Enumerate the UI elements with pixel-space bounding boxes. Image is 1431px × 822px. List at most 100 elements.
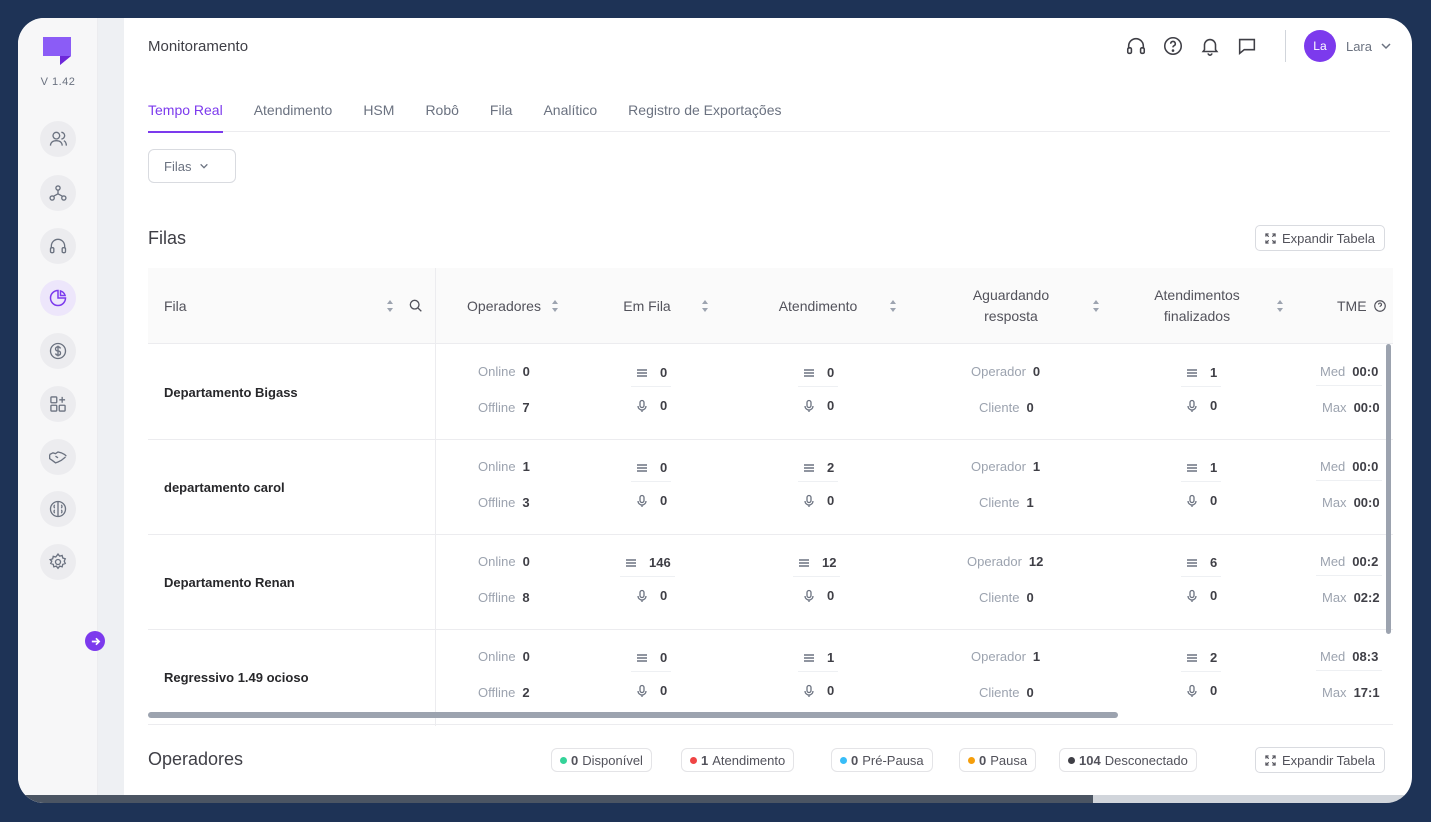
expand-label: Expandir Tabela [1282, 230, 1375, 246]
tab-atendimento[interactable]: Atendimento [254, 100, 333, 132]
sort-icon[interactable] [1092, 300, 1100, 312]
app-version: V 1.42 [40, 76, 76, 88]
tab-robo[interactable]: Robô [425, 100, 458, 132]
online-count: 0 [522, 554, 530, 569]
operador-count: 1 [1032, 459, 1041, 474]
operadores-online: Online 0 [478, 364, 530, 379]
status-dot [1068, 756, 1075, 764]
operadores-expand-table-button[interactable]: Expandir Tabela [1255, 747, 1385, 773]
user-name[interactable]: Lara [1346, 39, 1372, 54]
sort-icon[interactable] [551, 300, 559, 312]
col-label: Fila [164, 297, 187, 314]
sidebar-item-dashboard[interactable] [40, 280, 76, 316]
microphone-icon [804, 589, 814, 602]
finalizados-voice: 0 [1185, 588, 1217, 603]
brain-icon [49, 500, 67, 518]
queue-icon [804, 368, 814, 377]
expand-label: Expandir Tabela [1282, 752, 1375, 768]
finalizados-queue: 6 [1180, 555, 1222, 577]
col-header-em-fila[interactable]: Em Fila [606, 268, 726, 344]
finalizados-voice-count: 0 [1210, 398, 1218, 413]
table-row[interactable]: Departamento Renan Online 0 Offline 8 14… [148, 535, 1393, 630]
help-button[interactable] [1161, 34, 1185, 58]
fila-name[interactable]: departamento carol [164, 440, 285, 535]
queue-icon [804, 463, 814, 472]
atendimento-queue: 0 [797, 365, 839, 387]
sidebar-item-partners[interactable] [40, 439, 76, 475]
status-badge[interactable]: 104 Desconectado [1059, 748, 1197, 772]
operadores-offline: Offline 8 [478, 590, 530, 605]
horizontal-scrollbar[interactable] [148, 712, 1118, 718]
operador-label: Operador [971, 459, 1026, 474]
sidebar-item-apps[interactable] [40, 386, 76, 422]
col-header-aguardando-resposta[interactable]: Aguardando resposta [948, 268, 1108, 344]
online-count: 1 [522, 459, 530, 474]
fila-name[interactable]: Departamento Bigass [164, 345, 298, 440]
sort-icon[interactable] [701, 300, 709, 312]
tab-fila[interactable]: Fila [490, 100, 513, 132]
cliente-count: 1 [1026, 495, 1034, 510]
avatar[interactable]: La [1303, 30, 1336, 62]
sort-icon[interactable] [1276, 300, 1284, 312]
sort-icon[interactable] [889, 300, 897, 312]
tab-registro-exportacoes[interactable]: Registro de Exportações [628, 100, 781, 132]
online-label: Online [478, 649, 516, 664]
status-badge[interactable]: 1 Atendimento [681, 748, 795, 772]
vertical-scrollbar[interactable] [1386, 344, 1391, 634]
tme-max-value: 00:0 [1353, 400, 1380, 415]
status-badge[interactable]: 0 Pausa [959, 748, 1037, 772]
em-fila-voice: 0 [635, 398, 667, 413]
col-header-atendimento[interactable]: Atendimento [758, 268, 918, 344]
sidebar-item-headset[interactable] [40, 228, 76, 264]
tab-analitico[interactable]: Analítico [543, 100, 597, 132]
med-label: Med [1320, 459, 1346, 474]
fila-name[interactable]: Regressivo 1.49 ocioso [164, 630, 309, 725]
chevron-down-icon[interactable] [1380, 40, 1392, 52]
table-row[interactable]: Regressivo 1.49 ocioso Online 0 Offline … [148, 630, 1393, 725]
online-count: 0 [522, 364, 530, 379]
search-icon[interactable] [408, 298, 424, 314]
status-badge[interactable]: 0 Disponível [551, 748, 652, 772]
status-badge[interactable]: 0 Pré-Pausa [831, 748, 933, 772]
col-header-tme[interactable]: TME [1323, 268, 1393, 344]
atendimento-queue-count: 0 [827, 365, 835, 380]
expand-icon [1265, 754, 1276, 766]
sidebar-item-settings[interactable] [40, 544, 76, 580]
table-row[interactable]: Departamento Bigass Online 0 Offline 7 0… [148, 345, 1393, 440]
status-label: Pausa [990, 752, 1028, 768]
tab-hsm[interactable]: HSM [363, 100, 394, 132]
tme-med: Med 08:3 [1315, 649, 1383, 671]
tab-bar: Tempo Real Atendimento HSM Robô Fila Ana… [148, 100, 1390, 133]
col-header-fila[interactable]: Fila [164, 268, 424, 344]
sidebar-item-users[interactable] [40, 121, 76, 157]
queue-icon [799, 558, 809, 567]
sidebar-item-network[interactable] [40, 175, 76, 211]
finalizados-voice: 0 [1185, 493, 1217, 508]
max-label: Max [1322, 495, 1347, 510]
status-label: Atendimento [712, 752, 786, 768]
settings-icon [48, 553, 67, 570]
offline-count: 7 [522, 400, 530, 415]
sidebar-item-ai[interactable] [40, 491, 76, 527]
headset-button[interactable] [1124, 34, 1148, 58]
chat-button[interactable] [1235, 34, 1259, 58]
online-count: 0 [522, 649, 530, 664]
info-icon[interactable] [1373, 299, 1387, 313]
col-header-operadores[interactable]: Operadores [448, 268, 578, 344]
sort-icon[interactable] [386, 300, 394, 312]
tab-tempo-real[interactable]: Tempo Real [148, 100, 223, 133]
sidebar-expand-button[interactable] [85, 631, 105, 651]
app-logo[interactable] [40, 34, 74, 68]
filas-filter-dropdown[interactable]: Filas [148, 149, 236, 183]
max-label: Max [1322, 685, 1347, 700]
microphone-icon [637, 494, 647, 507]
headset-icon [1126, 37, 1145, 55]
filas-expand-table-button[interactable]: Expandir Tabela [1255, 225, 1385, 251]
status-dot [840, 756, 847, 764]
notifications-button[interactable] [1198, 34, 1222, 58]
sidebar-item-billing[interactable] [40, 333, 76, 369]
fila-name[interactable]: Departamento Renan [164, 535, 295, 630]
table-row[interactable]: departamento carol Online 1 Offline 3 0 … [148, 440, 1393, 535]
operador-count: 1 [1032, 649, 1041, 664]
col-header-atendimentos-finalizados[interactable]: Atendimentos finalizados [1138, 268, 1288, 344]
